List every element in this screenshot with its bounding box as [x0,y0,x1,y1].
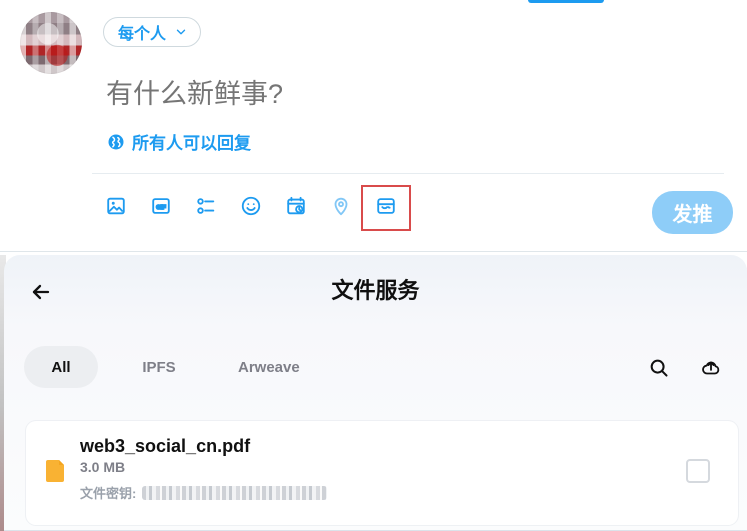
reply-permission-label: 所有人可以回复 [132,134,251,153]
search-button[interactable] [645,356,673,384]
gif-icon: GIF [150,195,172,222]
panel-title: 文件服务 [331,278,420,303]
composer-toolbar: GIF [102,194,400,222]
file-name: web3_social_cn.pdf [80,436,251,456]
cloud-upload-icon [700,357,722,384]
audience-label: 每个人 [118,26,167,43]
file-service-button[interactable] [372,194,400,222]
file-key-label: 文件密钥: [80,486,137,501]
post-button[interactable]: 发推 [652,191,733,234]
active-tab-indicator [528,0,604,3]
search-icon [648,357,670,384]
compose-text-input[interactable] [104,74,664,114]
schedule-icon [285,195,307,222]
location-button[interactable] [327,194,355,222]
file-list-item[interactable]: web3_social_cn.pdf 3.0 MB 文件密钥: [26,421,738,525]
upload-button[interactable] [697,356,725,384]
tab-all[interactable]: All [24,346,98,388]
avatar[interactable] [20,12,82,74]
reply-permission-setting[interactable]: 所有人可以回复 [107,129,251,154]
emoji-button[interactable] [237,194,265,222]
tab-ipfs[interactable]: IPFS [122,346,196,388]
image-button[interactable] [102,194,130,222]
schedule-button[interactable] [282,194,310,222]
emoji-icon [240,195,262,222]
gif-button[interactable]: GIF [147,194,175,222]
file-icon [46,459,66,483]
divider [92,173,724,174]
tab-arweave[interactable]: Arweave [220,346,318,388]
file-select-checkbox[interactable] [686,459,710,483]
location-icon [330,195,352,222]
poll-button[interactable] [192,194,220,222]
globe-icon [107,133,125,151]
tweet-composer: 每个人 所有人可以回复 [0,0,747,252]
file-service-panel: 文件服务 All IPFS Arweave web3_social_cn.pdf… [4,255,747,531]
file-size: 3.0 MB [80,459,126,475]
panel-actions [645,356,725,384]
file-service-icon [375,195,397,222]
svg-text:GIF: GIF [156,204,166,210]
poll-icon [195,195,217,222]
file-tabs: All IPFS Arweave [24,346,318,388]
audience-selector-button[interactable]: 每个人 [103,17,202,47]
image-icon [105,195,127,222]
file-key-row: 文件密钥: [80,483,328,502]
chevron-down-icon [174,25,188,39]
masked-file-key [142,485,328,500]
